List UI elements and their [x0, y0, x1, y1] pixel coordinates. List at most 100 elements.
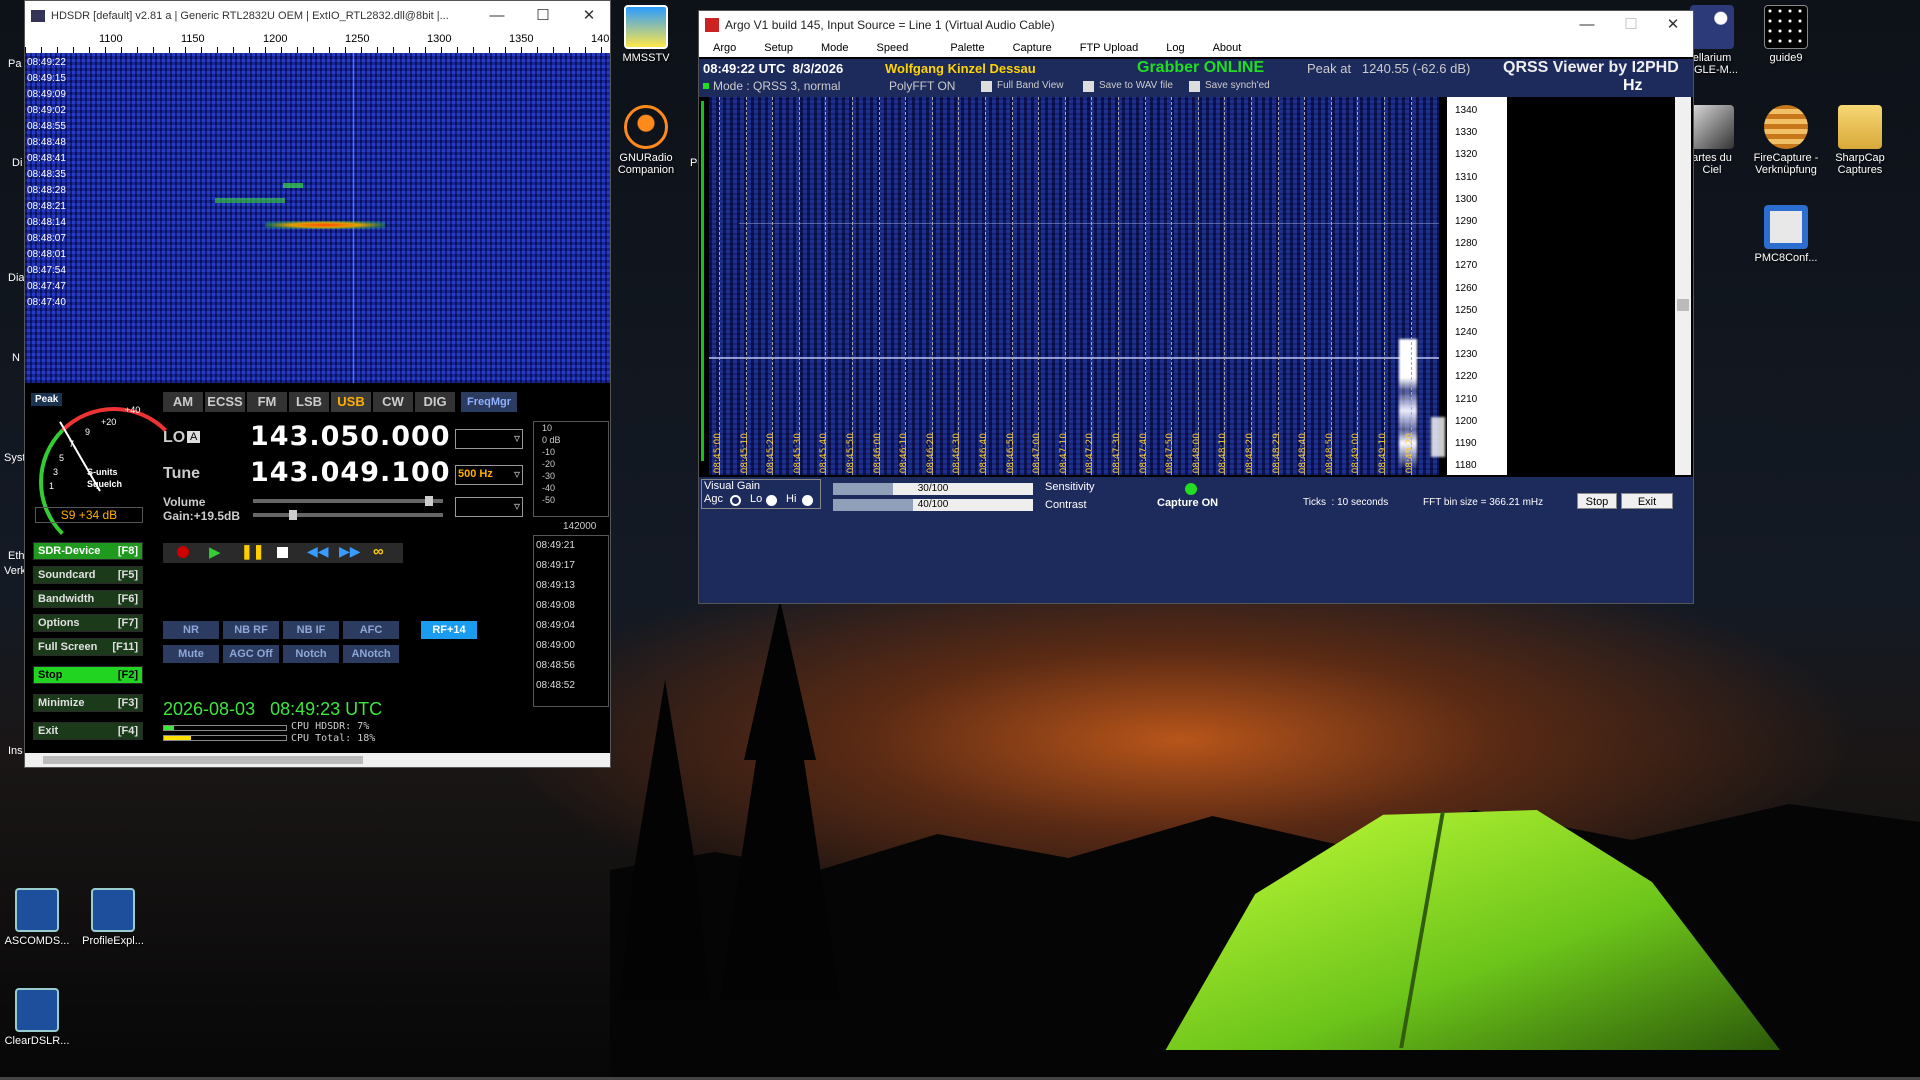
menu-ftp-upload[interactable]: FTP Upload	[1080, 39, 1139, 57]
forward-icon[interactable]: ▶▶	[339, 543, 361, 560]
argo-titlebar[interactable]: Argo V1 build 145, Input Source = Line 1…	[699, 11, 1693, 39]
slider-thumb[interactable]	[289, 510, 297, 520]
close-button[interactable]: ✕	[1651, 11, 1695, 39]
menu-palette[interactable]: Palette	[950, 39, 984, 57]
gnuradio-icon	[624, 105, 668, 149]
mode-usb-button[interactable]: USB	[331, 392, 371, 412]
desktop-fragment: Eth	[8, 550, 25, 562]
options-button[interactable]: Options [F7]	[33, 614, 143, 632]
hz-scrollbar[interactable]	[1675, 97, 1691, 475]
lo-radio[interactable]	[766, 495, 777, 506]
agc-button[interactable]: AGC Off	[223, 645, 279, 663]
rewind-icon[interactable]: ◀◀	[307, 543, 329, 560]
stop-button[interactable]: Stop [F2]	[33, 666, 143, 684]
maximize-button[interactable]: ☐	[1609, 11, 1653, 39]
menu-capture[interactable]: Capture	[1013, 39, 1052, 57]
afc-button[interactable]: AFC	[343, 621, 399, 639]
save-wav-checkbox[interactable]	[1083, 81, 1094, 92]
slider-fill	[833, 483, 893, 495]
menu-mode[interactable]: Mode	[821, 39, 849, 57]
time-tick: 08:48:10	[1218, 432, 1229, 473]
agc-radio[interactable]	[730, 495, 741, 506]
mode-am-button[interactable]: AM	[163, 392, 203, 412]
mode-cw-button[interactable]: CW	[373, 392, 413, 412]
lo-select[interactable]: ▿	[455, 429, 523, 449]
mode-ecss-button[interactable]: ECSS	[205, 392, 245, 412]
menu-speed[interactable]: Speed	[877, 39, 909, 57]
desktop-icon-profileexpl[interactable]: ProfileExpl...	[73, 888, 153, 947]
hdsdr-titlebar[interactable]: HDSDR [default] v2.81 a | Generic RTL283…	[25, 1, 610, 31]
time-tick: 08:46:40	[979, 432, 989, 473]
lo-frequency[interactable]: 143.050.000	[250, 421, 451, 452]
record-icon[interactable]	[177, 546, 189, 558]
mini-spectrum[interactable]: 10 0 dB -10 -20 -30 -40 -50	[533, 421, 609, 517]
lo-badge[interactable]: A	[187, 431, 201, 443]
desktop-icon-gnuradio[interactable]: GNURadio Companion	[606, 105, 686, 176]
argo-waterfall[interactable]: 08:45:00 08:45:10 08:45:20 08:45:30 08:45:40…	[709, 97, 1445, 475]
desktop-icon-cleardslr[interactable]: ClearDSLR...	[0, 988, 77, 1047]
tune-frequency[interactable]: 143.049.100	[250, 457, 451, 488]
menu-about[interactable]: About	[1213, 39, 1242, 57]
desktop-icon-firecapture[interactable]: FireCapture - Verknüpfung	[1746, 105, 1826, 176]
pause-icon[interactable]: ❚❚	[241, 543, 264, 560]
chevron-down-icon: ▿	[513, 467, 520, 481]
nr-button[interactable]: NR	[163, 621, 219, 639]
nb-rf-button[interactable]: NB RF	[223, 621, 279, 639]
time-tick: 08:48:00	[1191, 432, 1202, 473]
cpu-total: CPU Total: 18%	[291, 733, 376, 744]
save-synch-checkbox[interactable]	[1189, 81, 1200, 92]
full-band-checkbox[interactable]	[981, 81, 992, 92]
desktop-icon-mmsstv[interactable]: MMSSTV	[606, 5, 686, 64]
desktop-icon-pmc8[interactable]: PMC8Conf...	[1746, 205, 1826, 264]
meter-mark: +20	[101, 417, 117, 427]
slider-thumb[interactable]	[425, 496, 433, 506]
soundcard-button[interactable]: Soundcard [F5]	[33, 566, 143, 584]
aux-select[interactable]: ▿	[455, 497, 523, 517]
gain-slider[interactable]	[253, 510, 443, 520]
mute-button[interactable]: Mute	[163, 645, 219, 663]
argo-stop-button[interactable]: Stop	[1577, 493, 1617, 509]
mode-fm-button[interactable]: FM	[247, 392, 287, 412]
scroll-thumb[interactable]	[43, 756, 363, 764]
contrast-slider[interactable]: 40/100	[833, 499, 1033, 511]
full-screen-button[interactable]: Full Screen [F11]	[33, 638, 143, 656]
exit-button[interactable]: Exit [F4]	[33, 722, 143, 740]
nb-if-button[interactable]: NB IF	[283, 621, 339, 639]
close-button[interactable]: ✕	[567, 1, 611, 31]
menu-log[interactable]: Log	[1166, 39, 1184, 57]
hi-radio[interactable]	[802, 495, 813, 506]
argo-exit-button[interactable]: Exit	[1621, 493, 1673, 509]
bandwidth-button[interactable]: Bandwidth [F6]	[33, 590, 143, 608]
bandwidth-select[interactable]: 500 Hz ▿	[455, 465, 523, 485]
play-icon[interactable]: ▶	[209, 543, 221, 561]
mode-lsb-button[interactable]: LSB	[289, 392, 329, 412]
hdsdr-waterfall[interactable]: 08:49:22 08:49:15 08:49:09 08:49:02 08:48:55…	[25, 53, 610, 383]
mode-dig-button[interactable]: DIG	[415, 392, 455, 412]
argo-title: Argo V1 build 145, Input Source = Line 1…	[725, 18, 1055, 32]
time-tick: 08:45:20	[766, 432, 777, 473]
desktop-icon-ascomds[interactable]: ASCOMDS...	[0, 888, 77, 947]
horizontal-scrollbar[interactable]	[25, 753, 610, 767]
sdr-device-button[interactable]: SDR-Device [F8]	[33, 542, 143, 560]
menu-setup[interactable]: Setup	[764, 39, 793, 57]
sensitivity-slider[interactable]: 30/100	[833, 483, 1033, 495]
volume-slider[interactable]	[253, 496, 443, 506]
scroll-thumb[interactable]	[1677, 299, 1689, 311]
mini-spectrum-freq: 142000	[563, 521, 597, 532]
desktop-icon-guide9[interactable]: guide9	[1746, 5, 1826, 64]
rf-gain-button[interactable]: RF+14	[421, 621, 477, 639]
maximize-button[interactable]: ☐	[521, 1, 565, 31]
desktop-icon-sharpcap[interactable]: SharpCap Captures	[1820, 105, 1900, 176]
notch-button[interactable]: Notch	[283, 645, 339, 663]
minimize-button[interactable]: —	[475, 1, 519, 31]
peak-label[interactable]: Peak	[31, 393, 63, 406]
minimize-app-button[interactable]: Minimize [F3]	[33, 694, 143, 712]
anotch-button[interactable]: ANotch	[343, 645, 399, 663]
menu-argo[interactable]: Argo	[713, 39, 736, 57]
visual-gain-label: Visual Gain	[704, 480, 761, 492]
loop-icon[interactable]: ∞	[373, 543, 384, 560]
squelch-label[interactable]: Squelch	[87, 479, 122, 489]
freqmgr-button[interactable]: FreqMgr	[461, 392, 517, 412]
stop-icon[interactable]	[277, 547, 288, 558]
minimize-button[interactable]: —	[1565, 11, 1609, 39]
